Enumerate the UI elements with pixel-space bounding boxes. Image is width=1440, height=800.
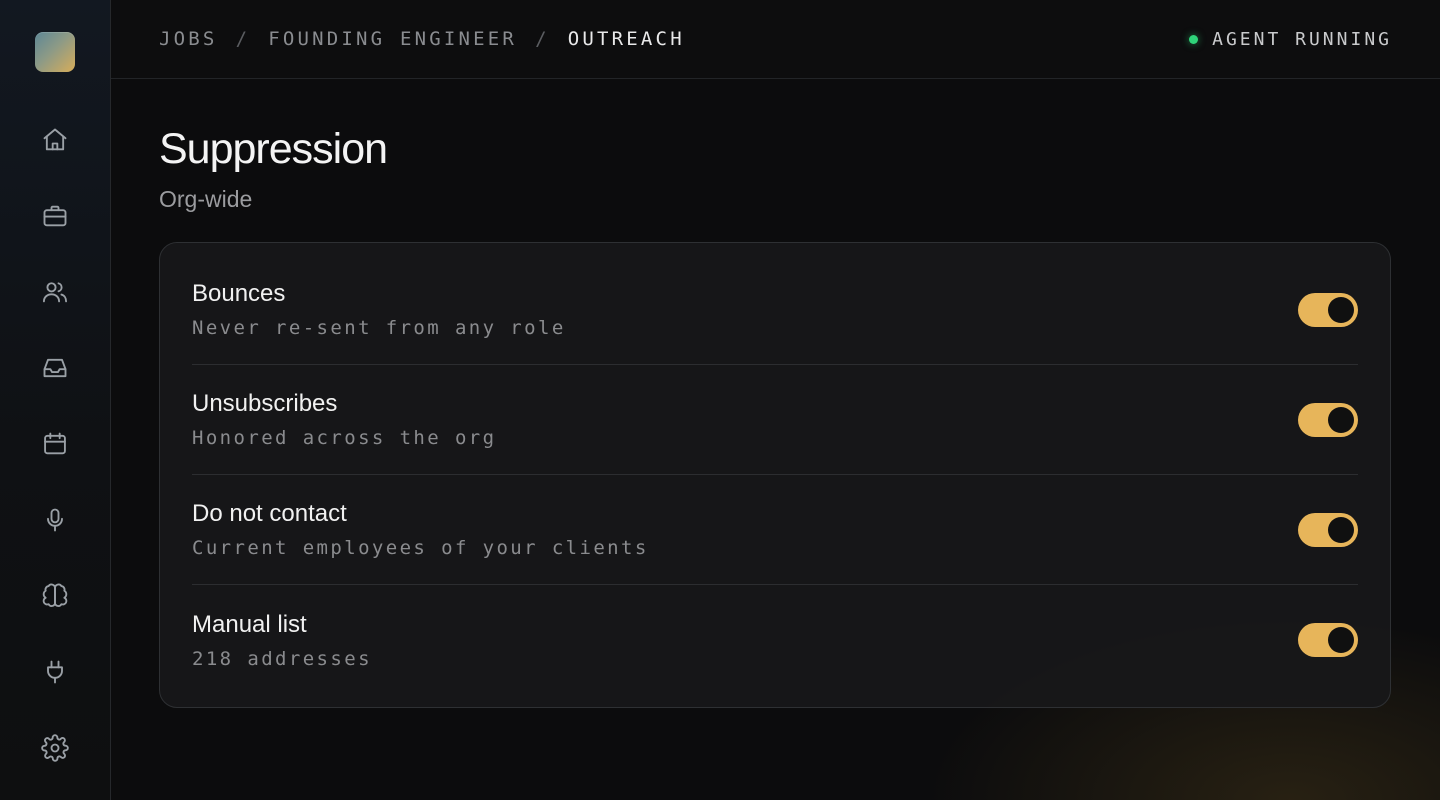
inbox-icon[interactable] bbox=[39, 352, 71, 384]
setting-description: Never re-sent from any role bbox=[192, 317, 566, 339]
setting-text: Manual list 218 addresses bbox=[192, 611, 372, 670]
setting-row-bounces: Bounces Never re-sent from any role bbox=[192, 255, 1358, 365]
page-title: Suppression bbox=[159, 125, 388, 173]
breadcrumb-jobs[interactable]: JOBS bbox=[159, 28, 218, 50]
setting-title: Manual list bbox=[192, 610, 307, 638]
briefcase-icon[interactable] bbox=[39, 200, 71, 232]
setting-text: Bounces Never re-sent from any role bbox=[192, 280, 566, 339]
setting-description: 218 addresses bbox=[192, 647, 372, 670]
setting-row-manual-list: Manual list 218 addresses bbox=[192, 585, 1358, 695]
agent-status-label: AGENT RUNNING bbox=[1212, 28, 1392, 50]
toggle-knob bbox=[1328, 296, 1354, 323]
toggle-knob bbox=[1328, 516, 1354, 543]
page-subtitle: Org-wide bbox=[159, 186, 253, 212]
unsubscribes-toggle[interactable] bbox=[1298, 402, 1358, 437]
breadcrumb: JOBS / FOUNDING ENGINEER / OUTREACH bbox=[159, 28, 685, 50]
breadcrumb-separator: / bbox=[235, 28, 251, 50]
setting-title: Bounces bbox=[192, 280, 286, 307]
suppression-settings-card: Bounces Never re-sent from any role Unsu… bbox=[159, 242, 1391, 708]
breadcrumb-founding-engineer[interactable]: FOUNDING ENGINEER bbox=[268, 28, 517, 50]
top-bar: JOBS / FOUNDING ENGINEER / OUTREACH AGEN… bbox=[111, 0, 1440, 79]
users-icon[interactable] bbox=[39, 276, 71, 308]
content: Suppression Org-wide Bounces Never re-se… bbox=[111, 79, 1440, 708]
gear-icon[interactable] bbox=[39, 732, 71, 764]
breadcrumb-separator: / bbox=[535, 28, 550, 50]
toggle-knob bbox=[1328, 406, 1354, 433]
setting-row-unsubscribes: Unsubscribes Honored across the org bbox=[192, 365, 1358, 475]
calendar-icon[interactable] bbox=[39, 428, 71, 460]
setting-title: Do not contact bbox=[192, 500, 347, 527]
status-dot-icon bbox=[1189, 34, 1199, 44]
plug-icon[interactable] bbox=[39, 656, 71, 688]
workspace-logo[interactable] bbox=[35, 32, 75, 72]
setting-row-do-not-contact: Do not contact Current employees of your… bbox=[192, 475, 1358, 585]
agent-status: AGENT RUNNING bbox=[1189, 29, 1392, 50]
bounces-toggle[interactable] bbox=[1298, 292, 1358, 327]
toggle-knob bbox=[1328, 627, 1354, 653]
microphone-icon[interactable] bbox=[39, 504, 71, 536]
main-panel: JOBS / FOUNDING ENGINEER / OUTREACH AGEN… bbox=[111, 0, 1440, 800]
setting-title: Unsubscribes bbox=[192, 390, 338, 417]
do-not-contact-toggle[interactable] bbox=[1298, 512, 1358, 547]
manual-list-toggle[interactable] bbox=[1298, 623, 1358, 657]
sidebar bbox=[0, 0, 111, 800]
app: JOBS / FOUNDING ENGINEER / OUTREACH AGEN… bbox=[0, 0, 1440, 800]
setting-text: Do not contact Current employees of your… bbox=[192, 500, 649, 559]
home-icon[interactable] bbox=[39, 124, 71, 156]
setting-description: Current employees of your clients bbox=[192, 537, 649, 559]
setting-description: Honored across the org bbox=[192, 427, 497, 449]
brain-icon[interactable] bbox=[39, 580, 71, 612]
breadcrumb-outreach: OUTREACH bbox=[567, 28, 685, 50]
setting-text: Unsubscribes Honored across the org bbox=[192, 390, 496, 449]
